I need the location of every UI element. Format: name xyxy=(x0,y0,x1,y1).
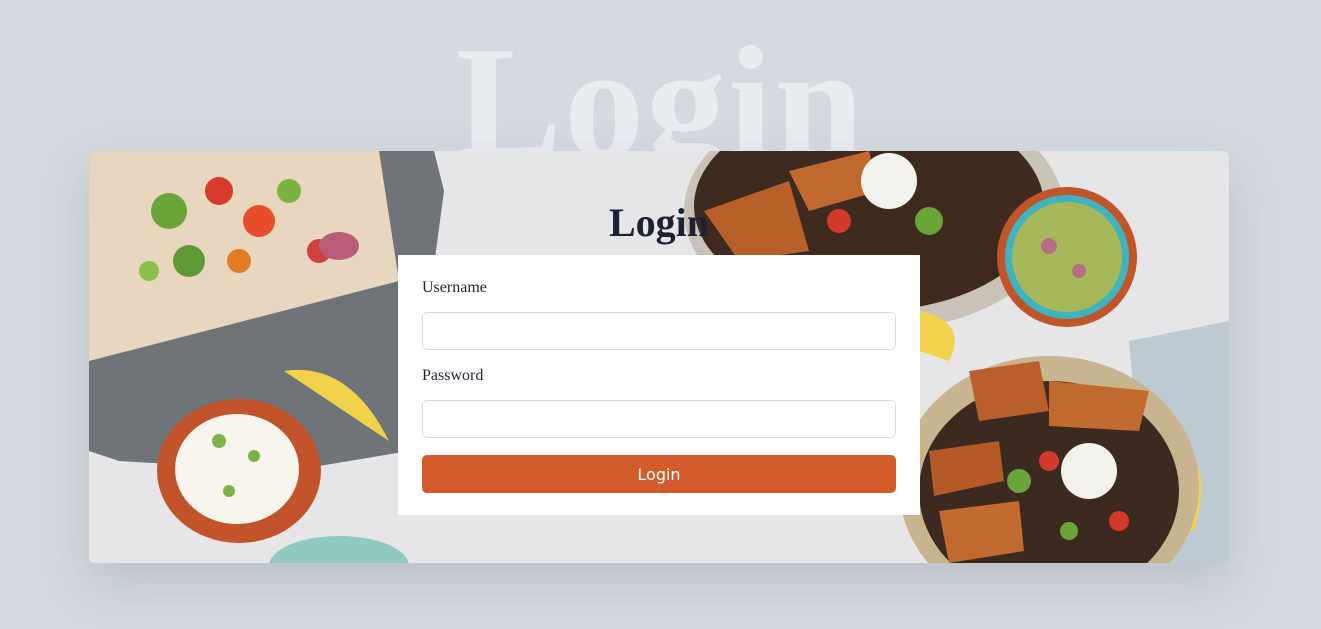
login-button[interactable]: Login xyxy=(422,455,896,493)
form-title: Login xyxy=(608,200,710,245)
password-label: Password xyxy=(422,367,484,384)
password-input[interactable] xyxy=(422,400,896,438)
login-card: Login Username Password Login xyxy=(89,151,1229,563)
username-label: Username xyxy=(422,279,487,296)
username-input[interactable] xyxy=(422,312,896,350)
login-form: Username Password Login xyxy=(398,255,920,515)
